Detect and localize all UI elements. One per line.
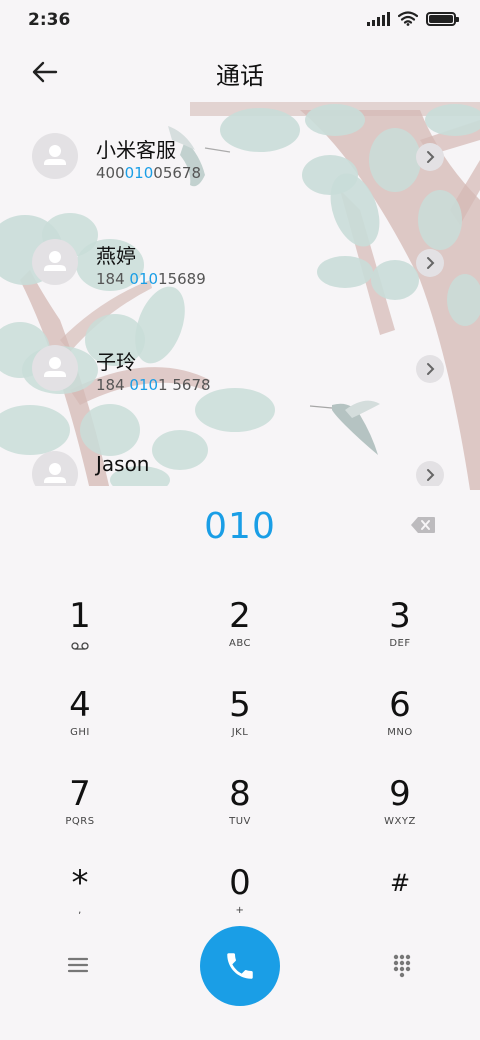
person-icon — [44, 145, 66, 165]
key-8[interactable]: 8 TUV — [180, 774, 300, 854]
contact-row[interactable]: 子玲 184 0101 5678 — [0, 316, 480, 416]
contact-name: 燕婷 — [96, 244, 136, 268]
dialpad-sheet: 010 1 2 ABC 3 DEF 4 GHI 5 JKL 6 MNO 7 PQ… — [0, 486, 480, 1040]
dialed-number-display: 010 — [204, 506, 276, 547]
page-title: 通话 — [216, 62, 264, 90]
contact-number: 40001005678 — [96, 164, 201, 182]
dialpad-toggle-button[interactable] — [388, 951, 416, 979]
status-icons — [367, 11, 459, 26]
chevron-right-icon — [427, 151, 435, 163]
status-time: 2:36 — [28, 10, 71, 30]
header: 通话 — [0, 48, 480, 94]
contact-detail-button[interactable] — [416, 143, 444, 171]
contact-detail-button[interactable] — [416, 249, 444, 277]
person-icon — [44, 357, 66, 377]
cellular-signal-icon — [367, 11, 390, 26]
voicemail-icon — [71, 642, 89, 650]
contact-number: 184 0101 5678 — [96, 376, 211, 394]
phone-icon — [227, 953, 253, 979]
dialpad-bottom-bar — [0, 916, 480, 1016]
menu-icon — [67, 957, 89, 973]
key-2[interactable]: 2 ABC — [180, 596, 300, 676]
contact-detail-button[interactable] — [416, 355, 444, 383]
contact-detail-button[interactable] — [416, 461, 444, 489]
wifi-icon — [398, 11, 418, 26]
chevron-right-icon — [427, 363, 435, 375]
avatar — [32, 133, 78, 179]
avatar — [32, 239, 78, 285]
contact-row[interactable]: 小米客服 40001005678 — [0, 104, 480, 204]
key-1[interactable]: 1 — [20, 596, 140, 676]
backspace-button[interactable] — [410, 516, 440, 538]
status-bar: 2:36 — [0, 0, 480, 40]
person-icon — [44, 251, 66, 271]
key-7[interactable]: 7 PQRS — [20, 774, 140, 854]
key-9[interactable]: 9 WXYZ — [340, 774, 460, 854]
contact-name: Jason — [96, 452, 150, 476]
key-5[interactable]: 5 JKL — [180, 685, 300, 765]
dialpad-grid-icon — [393, 954, 411, 978]
contact-name: 子玲 — [96, 350, 136, 374]
backspace-icon — [411, 517, 435, 533]
contact-number: 184 01015689 — [96, 270, 206, 288]
call-button[interactable] — [200, 926, 280, 1006]
chevron-right-icon — [427, 257, 435, 269]
contact-row[interactable]: 燕婷 184 01015689 — [0, 210, 480, 310]
contact-name: 小米客服 — [96, 138, 176, 162]
key-6[interactable]: 6 MNO — [340, 685, 460, 765]
key-3[interactable]: 3 DEF — [340, 596, 460, 676]
menu-button[interactable] — [62, 953, 94, 977]
chevron-right-icon — [427, 469, 435, 481]
key-4[interactable]: 4 GHI — [20, 685, 140, 765]
avatar — [32, 345, 78, 391]
battery-icon — [426, 11, 459, 26]
